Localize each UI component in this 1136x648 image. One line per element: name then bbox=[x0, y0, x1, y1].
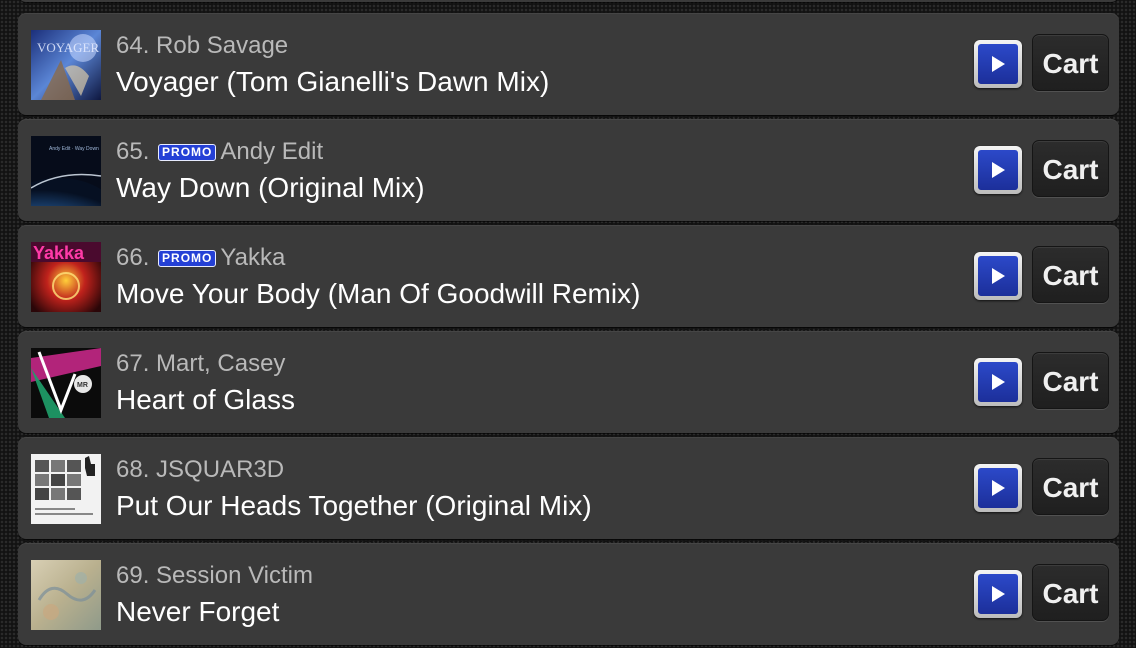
cart-button[interactable]: Cart bbox=[1032, 458, 1109, 515]
track-row[interactable] bbox=[18, 0, 1119, 5]
cart-button[interactable]: Cart bbox=[1032, 246, 1109, 303]
track-artist: JSQUAR3D bbox=[156, 456, 285, 483]
track-row[interactable]: 69. Session Victim Never Forget Cart bbox=[18, 543, 1119, 648]
play-icon bbox=[992, 374, 1005, 390]
track-meta: 65. PROMO Andy Edit bbox=[116, 137, 323, 167]
play-button[interactable] bbox=[974, 40, 1022, 88]
track-number: 66. bbox=[116, 244, 150, 271]
promo-badge: PROMO bbox=[158, 144, 217, 161]
track-artist: Session Victim bbox=[156, 562, 313, 589]
svg-text:VOYAGER: VOYAGER bbox=[37, 40, 99, 55]
track-number: 64. bbox=[116, 32, 150, 59]
track-row[interactable]: VOYAGER 64. Rob Savage Voyager (Tom Gian… bbox=[18, 13, 1119, 118]
track-meta: 66. PROMO Yakka bbox=[116, 243, 285, 273]
track-artist: Rob Savage bbox=[156, 32, 289, 59]
track-title: Way Down (Original Mix) bbox=[116, 172, 425, 203]
track-row[interactable]: MR 67. Mart, Casey Heart of Glass Cart bbox=[18, 331, 1119, 436]
track-artist: Andy Edit bbox=[220, 138, 324, 165]
track-title: Never Forget bbox=[116, 596, 280, 627]
album-art-yakka: Yakka bbox=[31, 242, 101, 312]
track-artist: Mart, Casey bbox=[156, 350, 286, 377]
promo-badge: PROMO bbox=[158, 250, 217, 267]
play-icon bbox=[992, 586, 1005, 602]
track-number: 67. bbox=[116, 350, 150, 377]
svg-text:Andy Edit · Way Down: Andy Edit · Way Down bbox=[49, 146, 99, 152]
cart-button[interactable]: Cart bbox=[1032, 34, 1109, 91]
track-title: Put Our Heads Together (Original Mix) bbox=[116, 490, 592, 521]
cart-button[interactable]: Cart bbox=[1032, 352, 1109, 409]
play-button[interactable] bbox=[974, 146, 1022, 194]
track-title: Heart of Glass bbox=[116, 384, 295, 415]
play-icon bbox=[992, 162, 1005, 178]
play-button[interactable] bbox=[974, 570, 1022, 618]
play-button[interactable] bbox=[974, 252, 1022, 300]
play-icon bbox=[992, 268, 1005, 284]
track-meta: 69. Session Victim bbox=[116, 561, 313, 591]
track-number: 68. bbox=[116, 456, 150, 483]
track-title: Move Your Body (Man Of Goodwill Remix) bbox=[116, 278, 641, 309]
album-art-way-down: Andy Edit · Way Down bbox=[31, 136, 101, 206]
track-meta: 68. JSQUAR3D bbox=[116, 455, 284, 485]
play-button[interactable] bbox=[974, 358, 1022, 406]
play-icon bbox=[992, 480, 1005, 496]
cart-button[interactable]: Cart bbox=[1032, 564, 1109, 621]
track-artist: Yakka bbox=[220, 244, 286, 271]
album-art-jsquar3d bbox=[31, 454, 101, 524]
album-art-heart-of-glass: MR bbox=[31, 348, 101, 418]
svg-text:Yakka: Yakka bbox=[33, 243, 85, 263]
track-title: Voyager (Tom Gianelli's Dawn Mix) bbox=[116, 66, 550, 97]
track-row[interactable]: Yakka 66. PROMO Yakka Move Your Body (Man… bbox=[18, 225, 1119, 330]
play-icon bbox=[992, 56, 1005, 72]
track-number: 69. bbox=[116, 562, 150, 589]
track-number: 65. bbox=[116, 138, 150, 165]
album-art-voyager: VOYAGER bbox=[31, 30, 101, 100]
track-meta: 67. Mart, Casey bbox=[116, 349, 285, 379]
album-art-never-forget bbox=[31, 560, 101, 630]
track-row[interactable]: 68. JSQUAR3D Put Our Heads Together (Ori… bbox=[18, 437, 1119, 542]
track-meta: 64. Rob Savage bbox=[116, 31, 288, 61]
track-row[interactable]: Andy Edit · Way Down 65. PROMO Andy Edit … bbox=[18, 119, 1119, 224]
svg-text:MR: MR bbox=[77, 382, 88, 389]
cart-button[interactable]: Cart bbox=[1032, 140, 1109, 197]
play-button[interactable] bbox=[974, 464, 1022, 512]
